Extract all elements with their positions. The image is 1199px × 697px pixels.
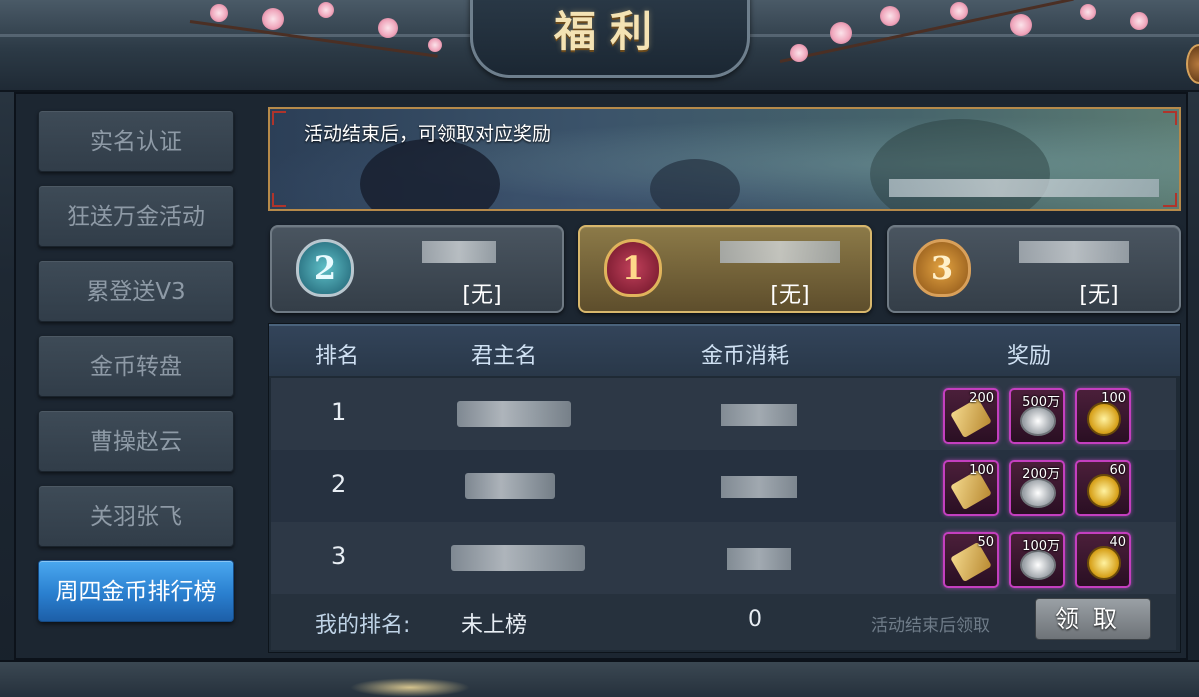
blossom-icon [318,2,334,18]
reward-slot[interactable]: 500万 [1009,388,1065,444]
sidebar-item-login-v3[interactable]: 累登送V3 [38,260,234,322]
redacted-name [465,473,555,499]
blossom-icon [790,44,808,62]
claim-button[interactable]: 领取 [1035,598,1151,640]
table-row: 3 50 100万 40 [271,522,1176,594]
table-row: 2 100 200万 60 [271,450,1176,522]
blossom-icon [1010,14,1032,36]
sidebar-item-coin-wheel[interactable]: 金币转盘 [38,335,234,397]
redacted-name [451,545,585,571]
bottom-bar [0,660,1199,697]
podium-card-2: 2 [无] [270,225,564,313]
header-reward: 奖励 [1007,344,1052,369]
reward-qty: 50 [977,535,994,550]
reward-qty: 500万 [1022,395,1060,410]
podium-card-3: 3 [无] [887,225,1181,313]
redacted-text [889,179,1159,197]
header-coins: 金币消耗 [701,344,790,369]
header-rank: 排名 [315,344,360,369]
banner-art [870,119,1050,209]
blossom-icon [830,22,852,44]
event-banner: 活动结束后，可领取对应奖励 [268,107,1181,211]
redacted-coins [721,404,797,426]
redacted-name [422,241,496,263]
reward-slot[interactable]: 200 [943,388,999,444]
banner-art [360,139,500,209]
blossom-icon [428,38,442,52]
reward-slot[interactable]: 60 [1075,460,1131,516]
title-plate: 福利 [470,0,750,78]
sidebar-item-thursday-ranking[interactable]: 周四金币排行榜 [38,560,234,622]
my-rank-coins: 0 [748,607,762,632]
table-row: 1 200 500万 100 [271,378,1176,450]
redacted-name [720,241,840,263]
reward-slot[interactable]: 100万 [1009,532,1065,588]
rank-cell: 1 [331,398,347,426]
reward-qty: 100万 [1022,539,1060,554]
corner-ornament [1163,193,1177,207]
blossom-icon [262,8,284,30]
banner-notice: 活动结束后，可领取对应奖励 [304,123,552,145]
top-ornament-right [750,34,1199,37]
corner-ornament [272,193,286,207]
ranking-table: 排名 君主名 金币消耗 奖励 1 200 500万 100 2 100 200万… [268,323,1181,653]
silver-coin-icon [1020,478,1056,508]
reward-qty: 40 [1109,535,1126,550]
redacted-name [1019,241,1129,263]
sidebar-item-gold-giveaway[interactable]: 狂送万金活动 [38,185,234,247]
sidebar-item-real-name[interactable]: 实名认证 [38,110,234,172]
gold-coin-icon [1087,474,1121,508]
light-glow [350,678,470,697]
silver-coin-icon [1020,406,1056,436]
podium-card-1: 1 [无] [578,225,872,313]
reward-qty: 60 [1109,463,1126,478]
reward-qty: 200 [969,391,994,406]
my-rank-label: 我的排名: [315,613,411,638]
gold-medal-icon: 1 [604,239,662,297]
silver-medal-icon: 2 [296,239,354,297]
rank-cell: 3 [331,542,347,570]
reward-qty: 100 [1101,391,1126,406]
page-title: 福利 [553,7,666,56]
reward-slot[interactable]: 200万 [1009,460,1065,516]
rank-cell: 2 [331,470,347,498]
my-rank-status: 未上榜 [461,613,528,638]
banner-art [650,159,740,209]
blossom-icon [378,18,398,38]
silver-coin-icon [1020,550,1056,580]
claim-hint: 活动结束后领取 [871,616,990,636]
podium-status: [无] [462,283,502,308]
podium-status: [无] [770,283,810,308]
corner-ornament [272,111,286,125]
bronze-medal-icon: 3 [913,239,971,297]
redacted-coins [727,548,791,570]
gold-coin-icon [1087,402,1121,436]
blossom-icon [950,2,968,20]
top-banner: 福利 [0,0,1199,92]
reward-slot[interactable]: 40 [1075,532,1131,588]
blossom-icon [880,6,900,26]
blossom-branch [189,20,438,58]
reward-qty: 100 [969,463,994,478]
table-header: 排名 君主名 金币消耗 奖励 [269,324,1180,376]
redacted-coins [721,476,797,498]
reward-slot[interactable]: 100 [943,460,999,516]
sidebar-item-caocao-zhaoyun[interactable]: 曹操赵云 [38,410,234,472]
reward-slot[interactable]: 100 [1075,388,1131,444]
top-ornament-left [0,34,470,37]
corner-ornament [1163,111,1177,125]
reward-qty: 200万 [1022,467,1060,482]
blossom-icon [1080,4,1096,20]
sidebar-item-guanyu-zhangfei[interactable]: 关羽张飞 [38,485,234,547]
blossom-icon [1130,12,1148,30]
blossom-icon [210,4,228,22]
my-rank-row: 我的排名: 未上榜 0 活动结束后领取 领取 [271,594,1176,650]
header-name: 君主名 [471,344,538,369]
podium-status: [无] [1079,283,1119,308]
reward-slot[interactable]: 50 [943,532,999,588]
gold-coin-icon [1087,546,1121,580]
redacted-name [457,401,571,427]
